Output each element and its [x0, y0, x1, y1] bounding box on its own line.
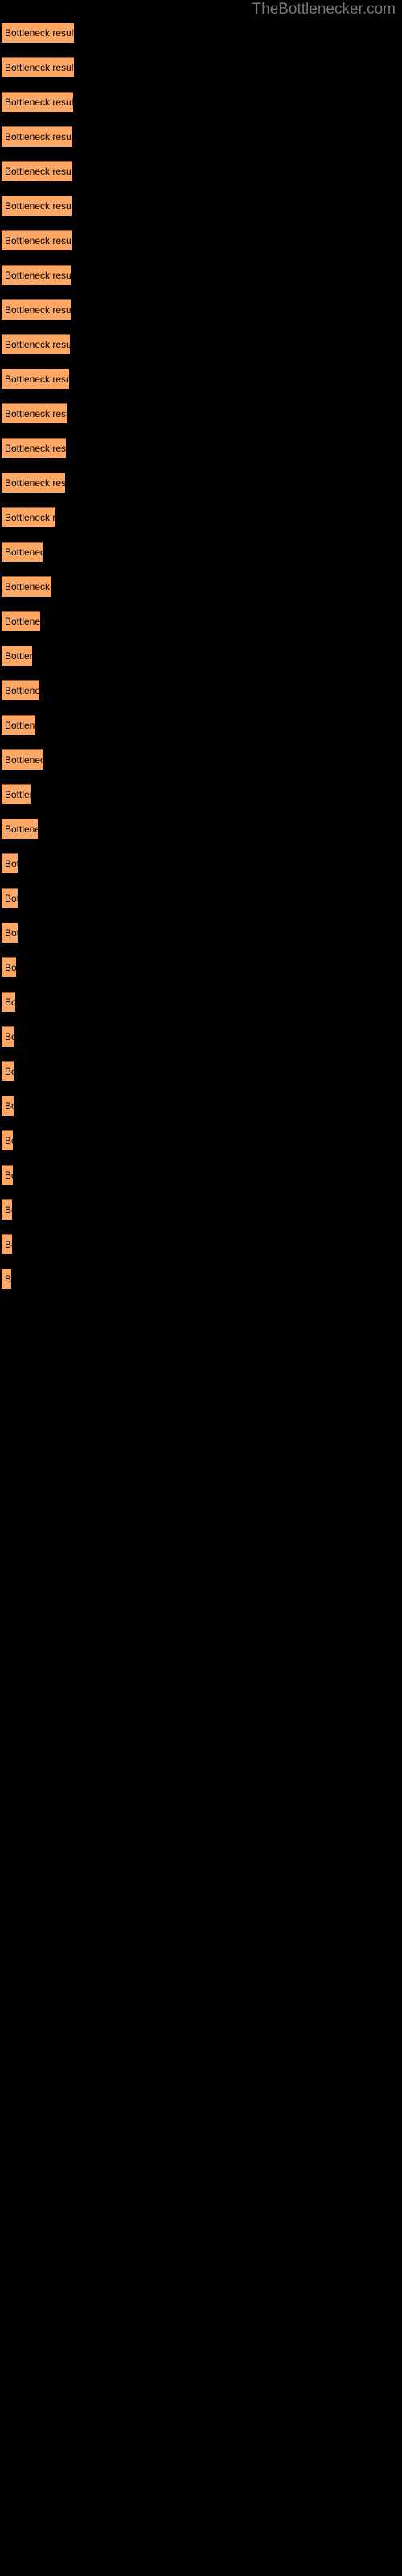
bar-row[interactable]: Bottleneck result: [2, 403, 67, 423]
bar-label: Bottleneck result: [5, 1274, 11, 1285]
bar-row[interactable]: Bottleneck result: [2, 646, 32, 666]
bar-label: Bottleneck result: [5, 581, 51, 592]
bar-row[interactable]: Bottleneck result: [2, 784, 31, 804]
bar-label: Bottleneck result: [5, 477, 65, 489]
bar-row[interactable]: Bottleneck result: [2, 542, 43, 562]
bar-label: Bottleneck result: [5, 962, 16, 973]
bar-label: Bottleneck result: [5, 97, 73, 108]
bar-label: Bottleneck result: [5, 131, 72, 142]
bar-row[interactable]: Bottleneck result: [2, 749, 43, 770]
bar-label: Bottleneck result: [5, 62, 74, 73]
bar-row[interactable]: Bottleneck result: [2, 1234, 12, 1254]
bar-row[interactable]: Bottleneck result: [2, 369, 69, 389]
bar-label: Bottleneck result: [5, 166, 72, 177]
bar-row[interactable]: Bottleneck result: [2, 1165, 13, 1185]
bottleneck-chart-root: TheBottlenecker.com Bottleneck result Bot…: [0, 0, 402, 2576]
bar-list: Bottleneck result Bottleneck result Bottle…: [0, 0, 402, 2576]
bar-label: Bottleneck result: [5, 650, 32, 662]
bar-row[interactable]: Bottleneck result: [2, 126, 72, 147]
bar-row[interactable]: Bottleneck result: [2, 715, 35, 735]
bar-row[interactable]: Bottleneck result: [2, 888, 18, 908]
bar-row[interactable]: Bottleneck result: [2, 299, 71, 320]
bar-row[interactable]: Bottleneck result: [2, 680, 39, 700]
bar-label: Bottleneck result: [5, 1204, 12, 1216]
bar-label: Bottleneck result: [5, 720, 35, 731]
bar-label: Bottleneck result: [5, 1100, 14, 1112]
bar-label: Bottleneck result: [5, 374, 69, 385]
bar-label: Bottleneck result: [5, 997, 15, 1008]
bar-label: Bottleneck result: [5, 1170, 13, 1181]
bar-row[interactable]: Bottleneck result: [2, 611, 40, 631]
bar-label: Bottleneck result: [5, 304, 71, 316]
bar-row[interactable]: Bottleneck result: [2, 576, 51, 597]
bar-label: Bottleneck result: [5, 927, 18, 939]
bar-label: Bottleneck result: [5, 893, 18, 904]
bar-label: Bottleneck result: [5, 1031, 14, 1042]
bar-label: Bottleneck result: [5, 512, 55, 523]
bar-row[interactable]: Bottleneck result: [2, 1026, 14, 1046]
bar-row[interactable]: Bottleneck result: [2, 438, 66, 458]
bar-row[interactable]: Bottleneck result: [2, 507, 55, 527]
bar-row[interactable]: Bottleneck result: [2, 473, 65, 493]
bar-row[interactable]: Bottleneck result: [2, 265, 71, 285]
bar-label: Bottleneck result: [5, 200, 72, 212]
bar-row[interactable]: Bottleneck result: [2, 1096, 14, 1116]
bar-row[interactable]: Bottleneck result: [2, 923, 18, 943]
bar-label: Bottleneck result: [5, 27, 74, 39]
bar-label: Bottleneck result: [5, 858, 18, 869]
bar-row[interactable]: Bottleneck result: [2, 992, 15, 1012]
bar-label: Bottleneck result: [5, 616, 40, 627]
bar-label: Bottleneck result: [5, 547, 43, 558]
bar-row[interactable]: Bottleneck result: [2, 1269, 11, 1289]
bar-label: Bottleneck result: [5, 235, 72, 246]
bar-row[interactable]: Bottleneck result: [2, 230, 72, 250]
bar-label: Bottleneck result: [5, 270, 71, 281]
bar-label: Bottleneck result: [5, 1066, 14, 1077]
bar-row[interactable]: Bottleneck result: [2, 161, 72, 181]
bar-label: Bottleneck result: [5, 789, 31, 800]
bar-label: Bottleneck result: [5, 408, 67, 419]
bar-row[interactable]: Bottleneck result: [2, 57, 74, 77]
bar-row[interactable]: Bottleneck result: [2, 819, 38, 839]
bar-label: Bottleneck result: [5, 824, 38, 835]
bar-row[interactable]: Bottleneck result: [2, 334, 70, 354]
bar-row[interactable]: Bottleneck result: [2, 1199, 12, 1220]
bar-label: Bottleneck result: [5, 1135, 13, 1146]
bar-label: Bottleneck result: [5, 339, 70, 350]
bar-row[interactable]: Bottleneck result: [2, 957, 16, 977]
bar-label: Bottleneck result: [5, 443, 66, 454]
bar-label: Bottleneck result: [5, 754, 43, 766]
bar-row[interactable]: Bottleneck result: [2, 92, 73, 112]
bar-row[interactable]: Bottleneck result: [2, 1130, 13, 1150]
bar-label: Bottleneck result: [5, 1239, 12, 1250]
bar-row[interactable]: Bottleneck result: [2, 1061, 14, 1081]
bar-label: Bottleneck result: [5, 685, 39, 696]
bar-row[interactable]: Bottleneck result: [2, 23, 74, 43]
bar-row[interactable]: Bottleneck result: [2, 196, 72, 216]
bar-row[interactable]: Bottleneck result: [2, 853, 18, 873]
